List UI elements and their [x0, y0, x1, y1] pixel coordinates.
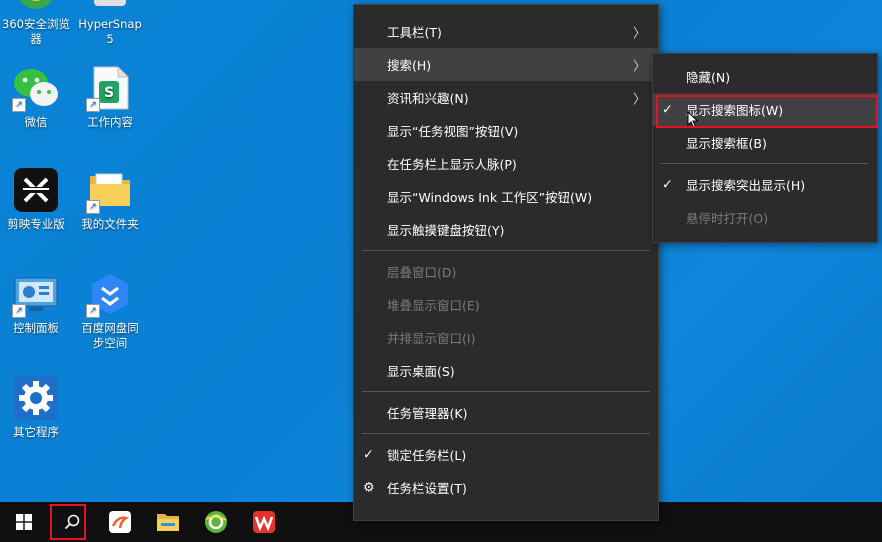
file-explorer-icon — [157, 514, 179, 531]
control-panel-icon: ↗ — [12, 270, 60, 318]
menu-item-touch-keyboard[interactable]: 显示触摸键盘按钮(Y) — [354, 213, 658, 246]
menu-item-label: 工具栏(T) — [387, 25, 442, 40]
menu-item-label: 显示“Windows Ink 工作区”按钮(W) — [387, 190, 593, 205]
360-browser-icon — [12, 0, 60, 14]
submenu-item-show-search-box[interactable]: 显示搜索框(B) — [653, 126, 877, 159]
menu-item-side-by-side: 并排显示窗口(I) — [354, 321, 658, 354]
menu-item-label: 悬停时打开(O) — [686, 211, 769, 226]
shortcut-arrow-icon: ↗ — [86, 98, 100, 112]
desktop-icon-wechat[interactable]: ↗ 微信 — [0, 64, 74, 130]
menu-item-stack: 堆叠显示窗口(E) — [354, 288, 658, 321]
taskbar-context-menu: 工具栏(T) 〉 搜索(H) 〉 资讯和兴趣(N) 〉 显示“任务视图”按钮(V… — [353, 4, 659, 521]
menu-item-windows-ink[interactable]: 显示“Windows Ink 工作区”按钮(W) — [354, 180, 658, 213]
menu-item-task-view[interactable]: 显示“任务视图”按钮(V) — [354, 114, 658, 147]
desktop-icon-hypersnap[interactable]: HyperSnap 5 — [72, 0, 148, 47]
shortcut-arrow-icon: ↗ — [86, 200, 100, 214]
shortcut-arrow-icon: ↗ — [12, 98, 26, 112]
desktop-icon-label: 工作内容 — [87, 115, 133, 129]
shortcut-arrow-icon: ↗ — [86, 304, 100, 318]
orange-app-icon — [109, 511, 131, 533]
svg-text:S: S — [104, 85, 114, 101]
menu-item-label: 显示桌面(S) — [387, 364, 455, 379]
submenu-item-hidden[interactable]: 隐藏(N) — [653, 60, 877, 93]
desktop-icon-work-content[interactable]: S ↗ 工作内容 — [72, 64, 148, 130]
desktop-icon-label: 我的文件夹 — [81, 217, 139, 231]
menu-item-label: 堆叠显示窗口(E) — [387, 298, 480, 313]
menu-item-toolbar[interactable]: 工具栏(T) 〉 — [354, 15, 658, 48]
checkmark-icon: ✓ — [662, 177, 673, 192]
shortcut-arrow-icon: ↗ — [12, 304, 26, 318]
desktop-icon-360-browser[interactable]: 360安全浏览 器 — [0, 0, 74, 47]
menu-separator — [362, 250, 650, 251]
desktop-icon-other-programs[interactable]: 其它程序 — [0, 374, 74, 440]
start-button[interactable] — [0, 502, 48, 542]
desktop-icon-my-folder[interactable]: ↗ 我的文件夹 — [72, 166, 148, 232]
menu-item-label: 任务管理器(K) — [387, 406, 468, 421]
menu-item-show-desktop[interactable]: 显示桌面(S) — [354, 354, 658, 387]
desktop-icon-label: 百度网盘同 步空间 — [81, 321, 139, 350]
menu-item-task-manager[interactable]: 任务管理器(K) — [354, 396, 658, 429]
baidu-netdisk-icon: ↗ — [86, 270, 134, 318]
desktop-icon-label: 微信 — [24, 115, 48, 129]
taskbar-wps[interactable] — [240, 502, 288, 542]
search-submenu: 隐藏(N) ✓ 显示搜索图标(W) 显示搜索框(B) ✓ 显示搜索突出显示(H)… — [652, 53, 878, 243]
menu-separator — [362, 433, 650, 434]
gear-icon: ⚙ — [363, 480, 375, 495]
hypersnap-icon — [86, 0, 134, 14]
menu-item-label: 搜索(H) — [387, 58, 432, 73]
desktop-icon-label: 360安全浏览 器 — [2, 17, 70, 46]
wps-icon — [253, 511, 275, 533]
menu-item-cascade: 层叠窗口(D) — [354, 255, 658, 288]
menu-item-label: 显示触摸键盘按钮(Y) — [387, 223, 505, 238]
windows-logo-icon — [16, 514, 32, 530]
chevron-right-icon: 〉 — [632, 92, 646, 107]
menu-item-people[interactable]: 在任务栏上显示人脉(P) — [354, 147, 658, 180]
menu-item-search[interactable]: 搜索(H) 〉 — [354, 48, 658, 81]
desktop-icon-jianying[interactable]: 剪映专业版 — [0, 166, 74, 232]
menu-item-label: 层叠窗口(D) — [387, 265, 457, 280]
menu-separator — [661, 163, 869, 164]
search-button[interactable] — [48, 502, 96, 542]
menu-item-news-interests[interactable]: 资讯和兴趣(N) 〉 — [354, 81, 658, 114]
desktop-icon-label: 控制面板 — [13, 321, 59, 335]
search-highlight-box — [50, 504, 86, 540]
menu-item-label: 锁定任务栏(L) — [387, 448, 467, 463]
annotation-highlight-box — [656, 95, 878, 128]
taskbar-app-fire[interactable] — [96, 502, 144, 542]
desktop-icon-baidu-netdisk[interactable]: ↗ 百度网盘同 步空间 — [72, 270, 148, 351]
menu-item-label: 任务栏设置(T) — [387, 481, 467, 496]
jianying-icon — [12, 166, 60, 214]
menu-item-label: 在任务栏上显示人脉(P) — [387, 157, 517, 172]
chevron-right-icon: 〉 — [632, 26, 646, 41]
chevron-right-icon: 〉 — [632, 59, 646, 74]
menu-item-label: 隐藏(N) — [686, 70, 731, 85]
folder-icon: ↗ — [86, 166, 134, 214]
menu-item-label: 显示搜索突出显示(H) — [686, 178, 806, 193]
taskbar-file-explorer[interactable] — [144, 502, 192, 542]
desktop-icon-label: HyperSnap 5 — [78, 17, 142, 46]
gear-icon — [12, 374, 60, 422]
taskbar-browser[interactable] — [192, 502, 240, 542]
submenu-item-search-highlights[interactable]: ✓ 显示搜索突出显示(H) — [653, 168, 877, 201]
spreadsheet-file-icon: S ↗ — [86, 64, 134, 112]
menu-item-label: 显示搜索框(B) — [686, 136, 767, 151]
menu-item-lock-taskbar[interactable]: ✓ 锁定任务栏(L) — [354, 438, 658, 471]
checkmark-icon: ✓ — [363, 447, 374, 462]
desktop-icon-label: 其它程序 — [13, 425, 59, 439]
menu-item-label: 显示“任务视图”按钮(V) — [387, 124, 519, 139]
browser-icon — [205, 511, 227, 533]
menu-item-label: 资讯和兴趣(N) — [387, 91, 469, 106]
menu-item-taskbar-settings[interactable]: ⚙ 任务栏设置(T) — [354, 471, 658, 504]
submenu-item-open-on-hover: 悬停时打开(O) — [653, 201, 877, 234]
desktop-icon-label: 剪映专业版 — [7, 217, 65, 231]
wechat-icon: ↗ — [12, 64, 60, 112]
menu-separator — [362, 391, 650, 392]
desktop-icon-control-panel[interactable]: ↗ 控制面板 — [0, 270, 74, 336]
menu-item-label: 并排显示窗口(I) — [387, 331, 476, 346]
